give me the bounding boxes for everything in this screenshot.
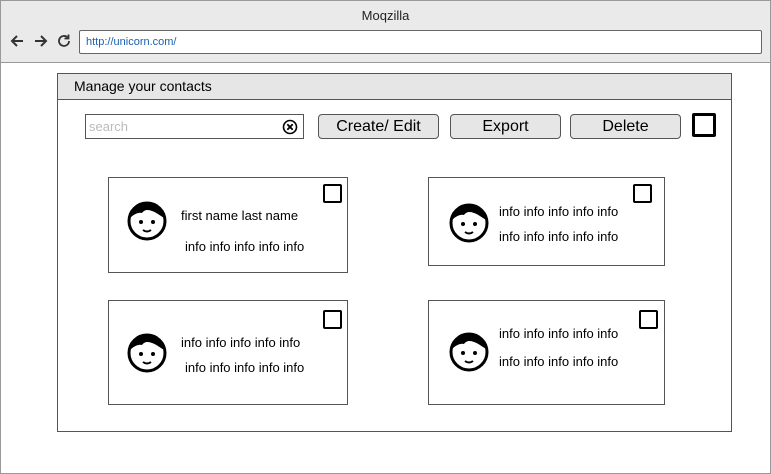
arrow-right-icon[interactable] [33,33,49,49]
clear-x-icon[interactable] [282,119,298,135]
contact-checkbox[interactable] [633,184,652,203]
contact-info: info info info info info [181,335,301,350]
contact-name: first name last name [181,208,299,223]
create-edit-button[interactable]: Create/ Edit [318,114,439,139]
person-face-icon [127,333,167,373]
contact-checkbox[interactable] [639,310,658,329]
address-bar[interactable]: http://unicorn.com/ [79,30,762,54]
contact-checkbox[interactable] [323,184,342,203]
contact-card[interactable]: info info info info info info info info … [428,177,665,266]
contact-info: info info info info info [499,229,619,244]
arrow-left-icon[interactable] [9,33,25,49]
browser-titlebar: Moqzilla http://unicorn.com/ [1,1,770,63]
panel-title: Manage your contacts [58,74,731,100]
contact-card[interactable]: first name last name info info info info… [108,177,348,273]
contact-info: info info info info info [185,239,305,254]
select-all-checkbox[interactable] [692,113,716,137]
contact-card[interactable]: info info info info info info info info … [428,300,665,405]
person-face-icon [449,332,489,372]
window-title: Moqzilla [361,8,410,23]
person-face-icon [449,203,489,243]
search-input[interactable]: search [85,114,304,139]
search-placeholder: search [89,119,129,134]
delete-button[interactable]: Delete [570,114,681,139]
export-button[interactable]: Export [450,114,561,139]
contact-info: info info info info info [499,326,619,341]
person-face-icon [127,201,167,241]
contact-card[interactable]: info info info info info info info info … [108,300,348,405]
contact-info: info info info info info [499,354,619,369]
contact-info: info info info info info [499,204,619,219]
contact-checkbox[interactable] [323,310,342,329]
reload-icon[interactable] [56,33,72,49]
contact-info: info info info info info [185,360,305,375]
